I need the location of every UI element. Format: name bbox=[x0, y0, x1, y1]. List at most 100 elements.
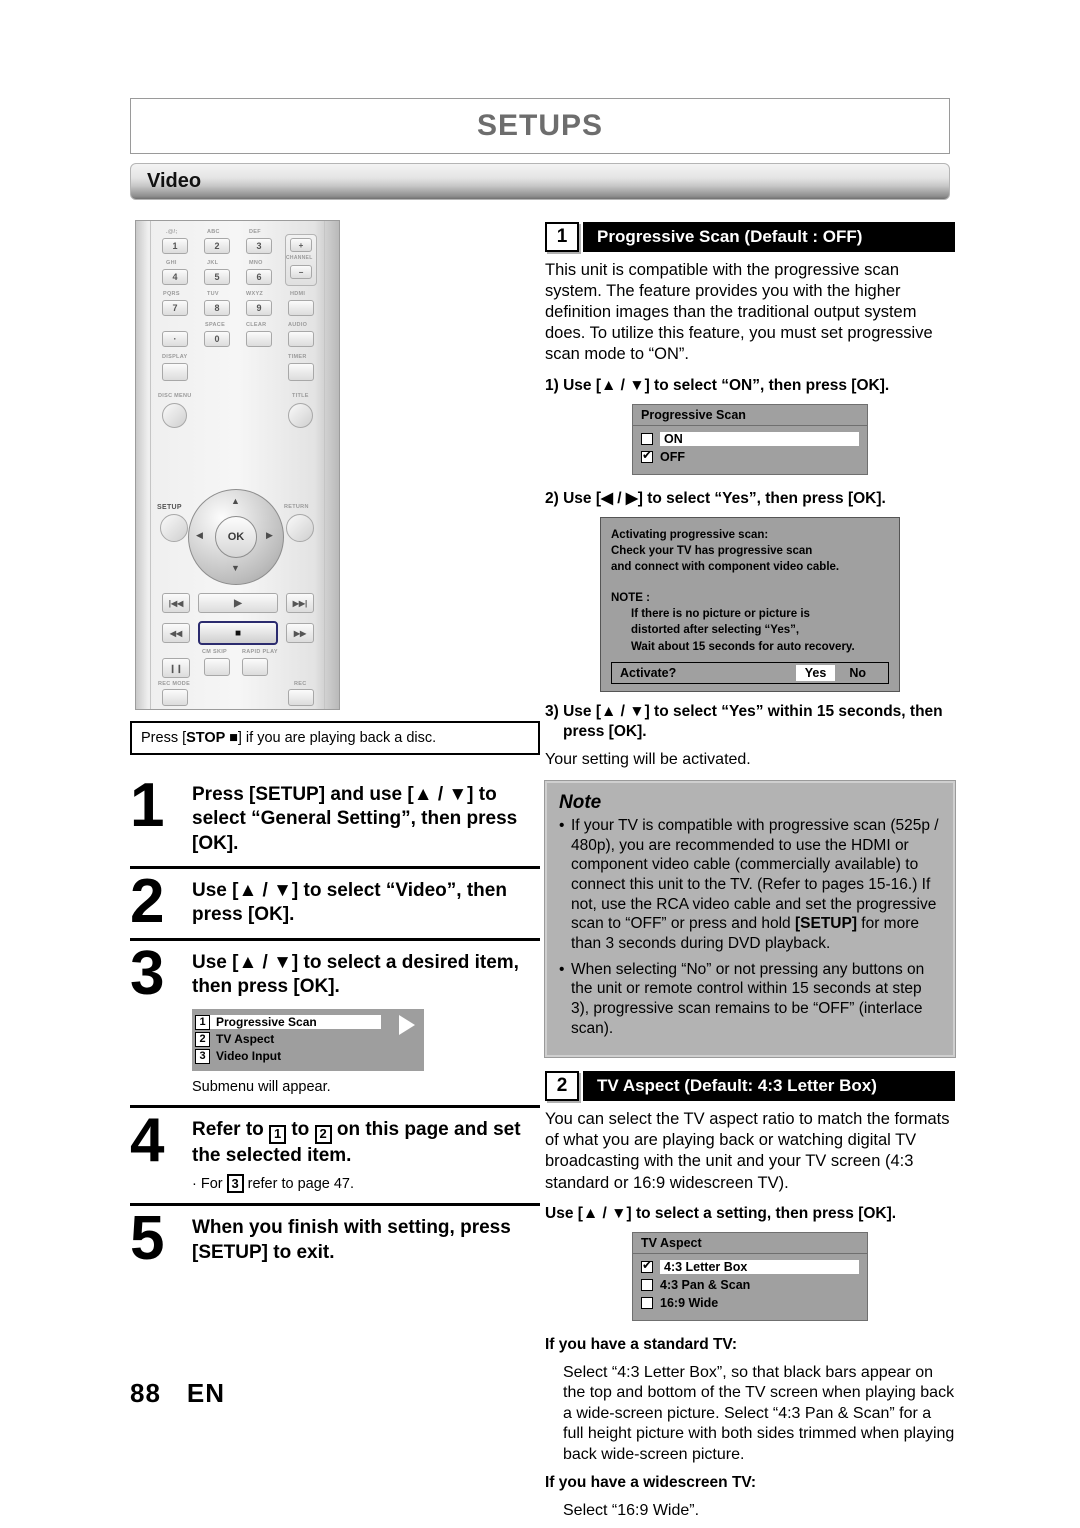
direction-pad[interactable]: ▲ ▼ ◀ ▶ OK bbox=[188, 489, 284, 585]
widescreen-tv-text: Select “16:9 Wide”. bbox=[563, 1502, 700, 1520]
submenu-badge-2: 2 bbox=[195, 1031, 210, 1047]
next-button[interactable]: ▶▶| bbox=[286, 593, 314, 613]
tv-aspect-option-panscan[interactable]: 4:3 Pan & Scan bbox=[641, 1277, 859, 1294]
note-item-2-text: When selecting “No” or not pressing any … bbox=[571, 960, 925, 1037]
note-item-1-bold: [SETUP] bbox=[794, 915, 857, 933]
activating-note-line-2: distorted after selecting “Yes”, bbox=[631, 624, 800, 637]
channel-up-button[interactable]: + bbox=[290, 238, 312, 252]
activate-yes-button[interactable]: Yes bbox=[795, 665, 836, 682]
timer-button[interactable] bbox=[288, 363, 314, 381]
progressive-scan-option-on-label: ON bbox=[660, 432, 859, 447]
previous-button[interactable]: |◀◀ bbox=[162, 593, 190, 613]
audio-button[interactable] bbox=[288, 331, 314, 347]
tv-aspect-option-wide[interactable]: 16:9 Wide bbox=[641, 1295, 859, 1312]
step-4-bullet: · For 3 refer to page 47. bbox=[192, 1174, 540, 1194]
section-1-step2-label: 2) Use [◀ / ▶] to select “Yes”, then pre… bbox=[545, 489, 886, 507]
setup-button[interactable] bbox=[160, 514, 188, 542]
dpad-up-icon[interactable]: ▲ bbox=[231, 496, 240, 506]
checkbox-panscan-icon[interactable] bbox=[641, 1279, 653, 1292]
progressive-scan-dialog-title: Progressive Scan bbox=[633, 405, 867, 426]
title-button[interactable] bbox=[288, 403, 313, 428]
key-label-0: SPACE bbox=[205, 322, 226, 328]
stop-disc-callout: Press [STOP ■] if you are playing back a… bbox=[130, 721, 540, 755]
standard-tv-heading: If you have a standard TV: bbox=[545, 1335, 738, 1353]
channel-down-button[interactable]: − bbox=[290, 265, 312, 279]
remote-key-dot[interactable]: · bbox=[162, 331, 188, 347]
activate-action-bar: Activate? Yes No bbox=[611, 662, 889, 685]
page-number: 88 bbox=[130, 1378, 161, 1408]
note-bullet-icon-2: • bbox=[559, 960, 565, 978]
step-4-number: 4 bbox=[130, 1106, 164, 1176]
ok-button[interactable]: OK bbox=[215, 516, 257, 558]
rewind-button[interactable]: ◀◀ bbox=[162, 623, 190, 643]
remote-key-9[interactable]: 9 bbox=[246, 300, 272, 316]
submenu-row-progressive-scan[interactable]: 1 Progressive Scan bbox=[193, 1014, 423, 1030]
cm-skip-button[interactable] bbox=[204, 658, 230, 676]
step-5-text: When you finish with setting, press [SET… bbox=[192, 1217, 511, 1263]
checkbox-on-icon[interactable] bbox=[641, 433, 653, 446]
submenu-label-tv-aspect: TV Aspect bbox=[216, 1032, 275, 1047]
submenu-row-tv-aspect[interactable]: 2 TV Aspect bbox=[193, 1031, 423, 1047]
activating-line-2: Check your TV has progressive scan bbox=[611, 545, 813, 558]
remote-key-3[interactable]: 3 bbox=[246, 238, 272, 254]
submenu-badge-3: 3 bbox=[195, 1048, 210, 1064]
rec-mode-button[interactable] bbox=[162, 689, 188, 706]
section-1-step3-line1: 3) Use [▲ / ▼] to select “Yes” within 15… bbox=[545, 703, 943, 721]
hdmi-button[interactable] bbox=[288, 300, 314, 316]
stop-button[interactable]: ■ bbox=[198, 621, 278, 645]
remote-key-8[interactable]: 8 bbox=[204, 300, 230, 316]
checkbox-off-icon[interactable] bbox=[641, 449, 653, 464]
title-label: TITLE bbox=[292, 393, 309, 399]
submenu-label-video-input: Video Input bbox=[216, 1049, 282, 1064]
section-1-step3-label: 3) Use [▲ / ▼] to select “Yes” within 15… bbox=[545, 702, 955, 742]
step-3-text: Use [▲ / ▼] to select a desired item, th… bbox=[192, 951, 519, 997]
step-2: 2 Use [▲ / ▼] to select “Video”, then pr… bbox=[130, 865, 540, 938]
progressive-scan-option-off[interactable]: OFF bbox=[641, 449, 859, 466]
activating-note-line-3: Wait about 15 seconds for auto recovery. bbox=[631, 640, 855, 653]
key-label-2: ABC bbox=[207, 229, 220, 235]
remote-key-6[interactable]: 6 bbox=[246, 269, 272, 285]
remote-key-0[interactable]: 0 bbox=[204, 331, 230, 347]
display-button[interactable] bbox=[162, 363, 188, 381]
remote-key-4[interactable]: 4 bbox=[162, 269, 188, 285]
return-label: RETURN bbox=[284, 504, 309, 510]
key-label-3: DEF bbox=[249, 229, 261, 235]
dpad-down-icon[interactable]: ▼ bbox=[231, 563, 240, 573]
dpad-left-icon[interactable]: ◀ bbox=[196, 530, 203, 541]
play-button[interactable]: ▶ bbox=[198, 593, 278, 613]
clear-button[interactable] bbox=[246, 331, 272, 347]
tv-aspect-option-letterbox[interactable]: 4:3 Letter Box bbox=[641, 1259, 859, 1276]
page-footer: 88 EN bbox=[130, 1378, 225, 1409]
section-2-title: TV Aspect (Default: 4:3 Letter Box) bbox=[583, 1071, 955, 1102]
remote-key-1[interactable]: 1 bbox=[162, 238, 188, 254]
submenu-badge-1: 1 bbox=[195, 1014, 210, 1030]
dpad-right-icon[interactable]: ▶ bbox=[266, 530, 273, 541]
rec-button[interactable] bbox=[288, 689, 314, 706]
activate-no-button[interactable]: No bbox=[849, 666, 880, 680]
step-5-number: 5 bbox=[130, 1204, 164, 1274]
fast-forward-button[interactable]: ▶▶ bbox=[286, 623, 314, 643]
remote-key-5[interactable]: 5 bbox=[204, 269, 230, 285]
step-4-key-1: 1 bbox=[269, 1125, 287, 1144]
section-1-header: 1 Progressive Scan (Default : OFF) bbox=[545, 222, 955, 252]
callout-post: ] if you are playing back a disc. bbox=[237, 730, 437, 746]
submenu-label-progressive-scan: Progressive Scan bbox=[210, 1015, 381, 1030]
key-label-4: GHI bbox=[166, 260, 177, 266]
pause-button[interactable]: ❙❙ bbox=[162, 658, 190, 678]
return-button[interactable] bbox=[286, 514, 314, 542]
checkbox-wide-icon[interactable] bbox=[641, 1297, 653, 1310]
clear-label: CLEAR bbox=[246, 322, 267, 328]
remote-key-2[interactable]: 2 bbox=[204, 238, 230, 254]
step-4-bullet-pre: · For bbox=[192, 1176, 223, 1193]
progressive-scan-option-on[interactable]: ON bbox=[641, 431, 859, 448]
submenu-row-video-input[interactable]: 3 Video Input bbox=[193, 1048, 423, 1064]
section-1-title: Progressive Scan (Default : OFF) bbox=[583, 222, 955, 252]
section-2-badge: 2 bbox=[545, 1071, 579, 1102]
activating-note-label: NOTE : bbox=[611, 591, 650, 604]
note-item-2: • When selecting “No” or not pressing an… bbox=[559, 960, 941, 1039]
checkbox-letterbox-icon[interactable] bbox=[641, 1259, 653, 1274]
remote-key-7[interactable]: 7 bbox=[162, 300, 188, 316]
disc-menu-button[interactable] bbox=[162, 403, 187, 428]
rapid-play-button[interactable] bbox=[242, 658, 268, 676]
section-2-instruction: Use [▲ / ▼] to select a setting, then pr… bbox=[545, 1204, 897, 1222]
